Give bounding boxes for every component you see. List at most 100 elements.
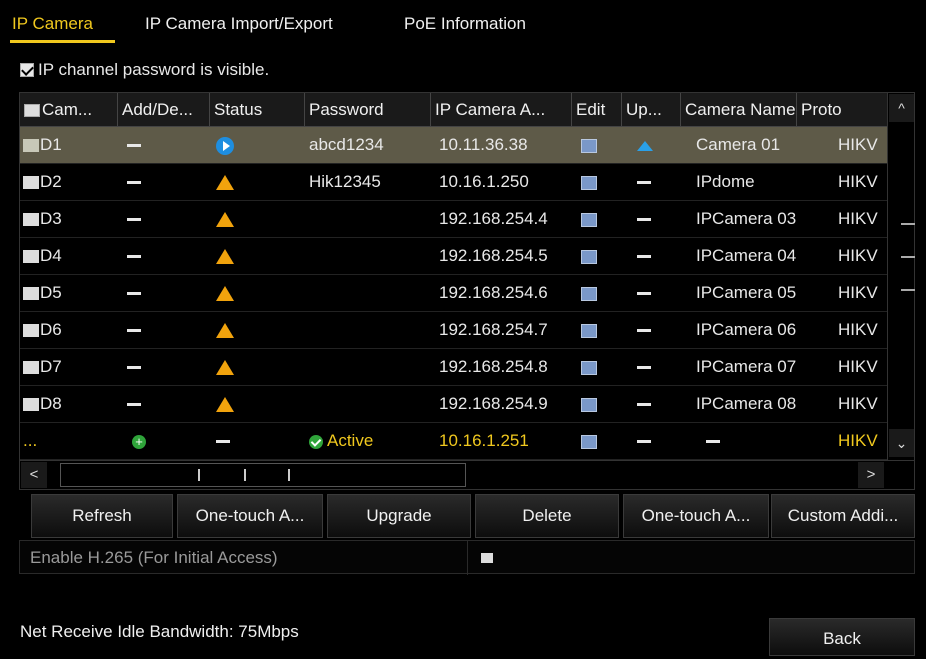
select-all-checkbox[interactable] xyxy=(24,104,40,118)
delete-button[interactable]: Delete xyxy=(475,494,619,538)
table-row[interactable]: ... + Active 10.16.1.251 HIKV xyxy=(20,423,888,460)
password-visible-checkbox[interactable] xyxy=(20,63,34,77)
header-edit[interactable]: Edit xyxy=(572,93,622,126)
edit-icon[interactable] xyxy=(581,360,597,375)
edit-cell[interactable] xyxy=(581,349,611,385)
table-row[interactable]: D6 192.168.254.7 IPCamera 06 HIKV xyxy=(20,312,888,349)
protocol-cell: HIKV xyxy=(838,283,878,302)
delete-cell[interactable] xyxy=(127,386,207,422)
password-visible-row[interactable]: IP channel password is visible. xyxy=(20,58,269,82)
password-cell xyxy=(309,386,429,422)
edit-cell[interactable] xyxy=(581,127,611,163)
table-row[interactable]: D2 Hik12345 10.16.1.250 IPdome HIKV xyxy=(20,164,888,201)
camera-name-cell: IPdome xyxy=(696,172,755,191)
password-cell: Hik12345 xyxy=(309,172,381,191)
edit-cell[interactable] xyxy=(581,312,611,348)
status-cell xyxy=(216,238,296,274)
table-row[interactable]: D8 192.168.254.9 IPCamera 08 HIKV xyxy=(20,386,888,423)
edit-icon[interactable] xyxy=(581,397,597,412)
edit-cell[interactable] xyxy=(581,201,611,237)
add-cell[interactable]: + xyxy=(132,423,212,459)
warning-icon xyxy=(216,249,234,265)
upgrade-arrow-icon[interactable] xyxy=(637,140,653,151)
header-camera-name[interactable]: Camera Name xyxy=(681,93,797,126)
one-touch-activate-button[interactable]: One-touch A... xyxy=(177,494,323,538)
delete-cell[interactable] xyxy=(127,127,207,163)
upgrade-cell[interactable] xyxy=(637,127,667,163)
refresh-button[interactable]: Refresh xyxy=(31,494,173,538)
table-row[interactable]: D7 192.168.254.8 IPCamera 07 HIKV xyxy=(20,349,888,386)
header-password[interactable]: Password xyxy=(305,93,431,126)
row-checkbox[interactable] xyxy=(23,176,39,190)
row-checkbox[interactable] xyxy=(23,213,39,227)
delete-cell[interactable] xyxy=(127,312,207,348)
edit-icon[interactable] xyxy=(581,138,597,153)
table-row[interactable]: D5 192.168.254.6 IPCamera 05 HIKV xyxy=(20,275,888,312)
tab-ip-camera[interactable]: IP Camera xyxy=(12,14,93,34)
header-upgrade[interactable]: Up... xyxy=(622,93,681,126)
edit-icon[interactable] xyxy=(581,212,597,227)
scroll-right-button[interactable]: > xyxy=(858,462,884,488)
camera-cell: D8 xyxy=(23,386,118,422)
h265-checkbox[interactable] xyxy=(481,553,493,563)
row-checkbox[interactable] xyxy=(23,324,39,338)
edit-icon[interactable] xyxy=(581,323,597,338)
scroll-thumb-mark xyxy=(901,223,915,225)
row-checkbox[interactable] xyxy=(23,250,39,264)
dash-icon xyxy=(127,366,141,370)
delete-cell[interactable] xyxy=(127,275,207,311)
warning-icon xyxy=(216,212,234,228)
edit-cell[interactable] xyxy=(581,423,611,459)
edit-cell[interactable] xyxy=(581,238,611,274)
delete-cell[interactable] xyxy=(127,201,207,237)
delete-cell[interactable] xyxy=(127,349,207,385)
row-checkbox[interactable] xyxy=(23,398,39,412)
upgrade-cell xyxy=(637,349,667,385)
warning-icon xyxy=(216,286,234,302)
table-row[interactable]: D1 abcd1234 10.11.36.38 Camera 01 HIKV xyxy=(20,127,888,164)
scroll-down-button[interactable]: ⌄ xyxy=(889,429,914,457)
ip-cell: 192.168.254.7 xyxy=(439,320,548,339)
ip-cell: 10.16.1.251 xyxy=(439,431,529,450)
header-ip-address[interactable]: IP Camera A... xyxy=(431,93,572,126)
back-button[interactable]: Back xyxy=(769,618,915,656)
camera-name-cell: Camera 01 xyxy=(696,135,781,154)
vertical-scrollbar[interactable]: ^ ⌄ xyxy=(887,92,915,462)
custom-adding-button[interactable]: Custom Addi... xyxy=(771,494,915,538)
edit-icon[interactable] xyxy=(581,286,597,301)
row-checkbox[interactable] xyxy=(23,139,39,153)
add-icon[interactable]: + xyxy=(132,434,146,449)
camera-cell: D5 xyxy=(23,275,118,311)
header-protocol[interactable]: Proto xyxy=(797,93,888,126)
one-touch-adding-button[interactable]: One-touch A... xyxy=(623,494,769,538)
row-checkbox[interactable] xyxy=(23,361,39,375)
table-row[interactable]: D3 192.168.254.4 IPCamera 03 HIKV xyxy=(20,201,888,238)
edit-icon[interactable] xyxy=(581,175,597,190)
edit-cell[interactable] xyxy=(581,386,611,422)
status-cell xyxy=(216,423,296,459)
delete-cell[interactable] xyxy=(127,238,207,274)
header-camera[interactable]: Cam... xyxy=(20,93,118,126)
scroll-left-button[interactable]: < xyxy=(21,462,47,488)
protocol-cell: HIKV xyxy=(838,394,878,413)
tab-ip-camera-import-export[interactable]: IP Camera Import/Export xyxy=(145,14,333,34)
delete-cell[interactable] xyxy=(127,164,207,200)
upgrade-button[interactable]: Upgrade xyxy=(327,494,471,538)
scroll-up-button[interactable]: ^ xyxy=(889,94,914,122)
camera-cell: D4 xyxy=(23,238,118,274)
edit-cell[interactable] xyxy=(581,275,611,311)
edit-cell[interactable] xyxy=(581,164,611,200)
camera-name-cell: IPCamera 07 xyxy=(696,357,796,376)
table-row[interactable]: D4 192.168.254.5 IPCamera 04 HIKV xyxy=(20,238,888,275)
header-status[interactable]: Status xyxy=(210,93,305,126)
row-checkbox[interactable] xyxy=(23,287,39,301)
edit-icon[interactable] xyxy=(581,249,597,264)
header-add-delete[interactable]: Add/De... xyxy=(118,93,210,126)
edit-icon[interactable] xyxy=(581,434,597,449)
status-cell xyxy=(216,349,296,385)
dash-icon xyxy=(637,329,651,333)
tab-poe-information[interactable]: PoE Information xyxy=(404,14,526,34)
camera-cell: ... xyxy=(23,431,38,450)
horizontal-scrollbar[interactable]: < > xyxy=(19,460,915,490)
horizontal-scroll-thumb[interactable] xyxy=(60,463,466,487)
